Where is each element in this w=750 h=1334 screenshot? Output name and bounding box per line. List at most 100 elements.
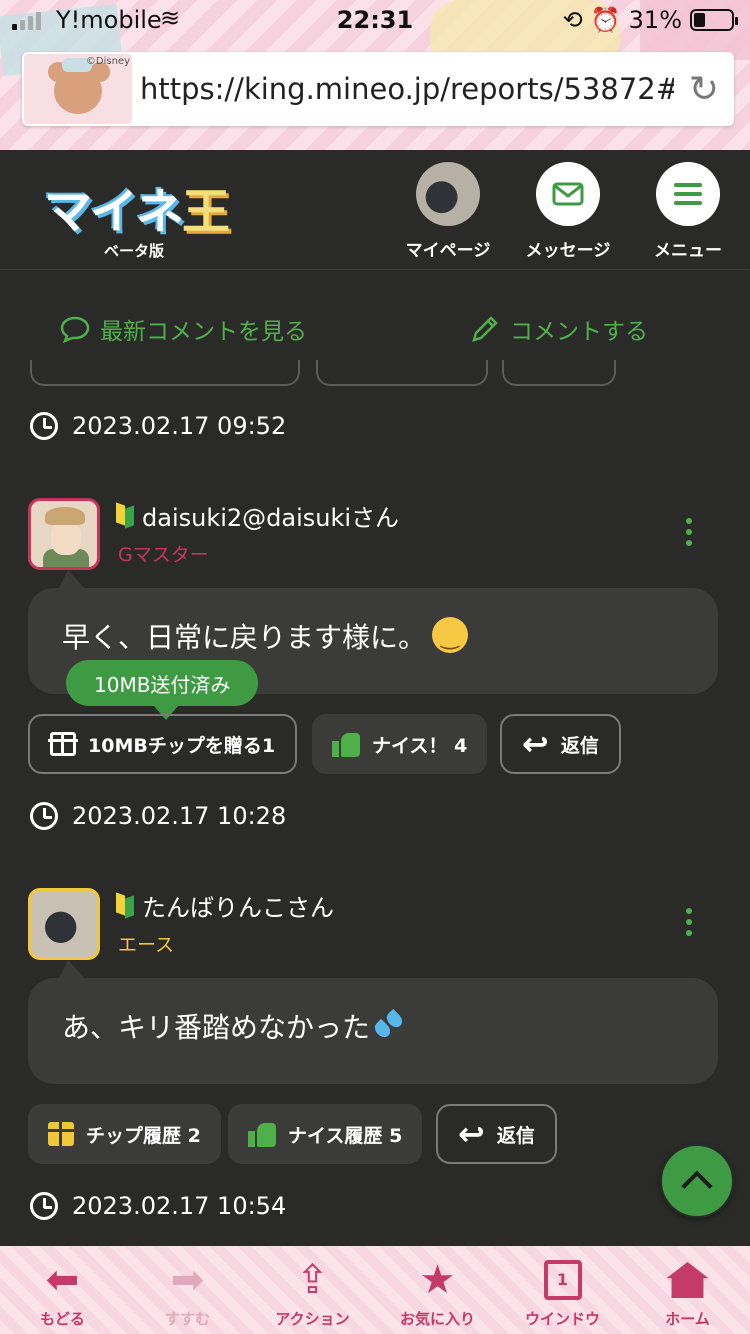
chevron-up-icon <box>681 1170 713 1202</box>
clock-icon <box>30 1192 58 1220</box>
nice-label: ナイス！ <box>372 734 448 757</box>
timestamp-text: 2023.02.17 09:52 <box>72 412 287 440</box>
url-bar[interactable]: ©Disney https://king.mineo.jp/reports/53… <box>22 52 734 126</box>
avatar[interactable] <box>28 498 100 570</box>
nice-count: 4 <box>454 734 468 757</box>
home-button[interactable]: ホーム <box>625 1246 750 1334</box>
url-text[interactable]: https://king.mineo.jp/reports/53872#… <box>132 72 674 106</box>
previous-button-edge <box>502 360 616 386</box>
previous-button-edge <box>30 360 300 386</box>
nice-history-label: ナイス履歴 <box>288 1124 383 1147</box>
browser-toolbar: ⬅ もどる ➡ すすむ ⇪ アクション ★ お気に入り 1 ウインドウ ホーム <box>0 1246 750 1334</box>
timestamp-text: 2023.02.17 10:54 <box>72 1192 287 1220</box>
message-label: メッセージ <box>525 241 611 261</box>
logo-text: マイネ <box>44 184 184 240</box>
chip-sent-tooltip: 10MB送付済み <box>66 660 259 720</box>
reply-label: 返信 <box>496 1124 535 1147</box>
comment-author: daisuki2@daisukiさん Gマスター <box>28 498 728 572</box>
scroll-to-top-button[interactable] <box>660 1144 734 1218</box>
toolbar-label: お気に入り <box>399 1310 475 1328</box>
window-count: 1 <box>556 1270 569 1289</box>
toolbar-label: ホーム <box>665 1310 710 1328</box>
window-button[interactable]: 1 ウインドウ <box>500 1246 625 1334</box>
back-arrow-icon: ⬅ <box>45 1257 80 1303</box>
menu-button[interactable]: メニュー <box>638 162 738 261</box>
forward-button[interactable]: ➡ すすむ <box>125 1246 250 1334</box>
pencil-icon <box>472 316 498 342</box>
tooltip-text: 10MB送付済み <box>94 672 231 697</box>
beginner-mark-icon <box>116 504 134 528</box>
toolbar-label: すすむ <box>164 1310 210 1328</box>
envelope-icon <box>536 162 600 226</box>
beginner-mark-icon <box>116 894 134 918</box>
app-header: マイネ王 ベータ版 マイページ メッセージ メニュー <box>0 150 750 270</box>
write-comment-label: コメントする <box>510 319 648 345</box>
clock-icon <box>30 412 58 440</box>
avatar <box>416 162 480 226</box>
thumbs-up-icon <box>248 1121 276 1147</box>
battery-percent: 31% <box>628 6 682 34</box>
latest-comments-label: 最新コメントを見る <box>100 319 307 345</box>
nice-history-button[interactable]: ナイス履歴 5 <box>228 1104 423 1164</box>
battery-icon <box>690 9 738 31</box>
gift-icon <box>48 732 78 756</box>
reply-icon: ↩ <box>522 725 549 763</box>
home-icon <box>666 1262 709 1298</box>
reply-label: 返信 <box>560 734 599 757</box>
mypage-label: マイページ <box>405 241 491 261</box>
logo-tama: 王 <box>182 184 230 240</box>
avatar[interactable] <box>28 888 100 960</box>
message-button[interactable]: メッセージ <box>518 162 618 261</box>
favorites-button[interactable]: ★ お気に入り <box>375 1246 500 1334</box>
user-rank: エース <box>118 934 175 956</box>
rotation-lock-icon: ⟲ <box>562 6 583 34</box>
star-icon: ★ <box>419 1257 456 1303</box>
sweat-drops-emoji-icon <box>371 1008 406 1043</box>
chip-history-button[interactable]: チップ履歴 2 <box>28 1104 221 1164</box>
gift-icon <box>46 1122 76 1146</box>
site-logo[interactable]: マイネ王 ベータ版 <box>44 172 230 261</box>
reply-button[interactable]: ↩ 返信 <box>500 714 621 774</box>
user-name[interactable]: daisuki2@daisukiさん <box>142 498 399 533</box>
window-icon: 1 <box>543 1260 582 1300</box>
more-options-icon[interactable] <box>686 518 692 551</box>
clock-icon <box>30 802 58 830</box>
send-chip-button[interactable]: 10MBチップを贈る1 <box>28 714 298 774</box>
user-rank: Gマスター <box>118 544 209 566</box>
nice-history-count: 5 <box>389 1124 403 1147</box>
tab-thumbnail[interactable]: ©Disney <box>24 54 132 124</box>
more-options-icon[interactable] <box>686 908 692 941</box>
status-bar: Y!mobile ≋ 22:31 ⟲ ⏰ 31% <box>0 0 750 42</box>
nice-button[interactable]: ナイス！ 4 <box>312 714 488 774</box>
comment-actions-strip: 最新コメントを見る コメントする <box>0 280 750 372</box>
toolbar-label: アクション <box>275 1310 350 1328</box>
previous-button-edge <box>316 360 488 386</box>
back-button[interactable]: ⬅ もどる <box>0 1246 125 1334</box>
write-comment-link[interactable]: コメントする <box>470 312 648 346</box>
timestamp: 2023.02.17 10:54 <box>30 1192 286 1220</box>
speech-bubble-icon <box>60 316 90 343</box>
menu-label: メニュー <box>654 241 722 261</box>
timestamp-text: 2023.02.17 10:28 <box>72 802 287 830</box>
chip-history-count: 2 <box>187 1124 201 1147</box>
comment-text: あ、キリ番踏めなかった <box>62 1011 371 1044</box>
browser-chrome: Y!mobile ≋ 22:31 ⟲ ⏰ 31% ©Disney https:/… <box>0 0 750 150</box>
smile-emoji-icon <box>432 617 469 653</box>
action-button[interactable]: ⇪ アクション <box>250 1246 375 1334</box>
alarm-icon: ⏰ <box>590 6 621 34</box>
reply-button[interactable]: ↩ 返信 <box>436 1104 557 1164</box>
toolbar-label: もどる <box>40 1310 85 1328</box>
thumbs-up-icon <box>332 731 360 757</box>
comment-bubble: あ、キリ番踏めなかった <box>28 960 718 1084</box>
hamburger-icon <box>656 162 720 226</box>
timestamp: 2023.02.17 09:52 <box>30 412 286 440</box>
latest-comments-link[interactable]: 最新コメントを見る <box>60 312 307 346</box>
user-name[interactable]: たんばりんこさん <box>142 888 334 923</box>
chip-history-label: チップ履歴 <box>86 1124 182 1147</box>
mypage-button[interactable]: マイページ <box>398 162 498 261</box>
reload-icon[interactable]: ↻ <box>674 69 734 110</box>
chip-count: 1 <box>261 734 276 757</box>
forward-arrow-icon: ➡ <box>170 1257 205 1303</box>
toolbar-label: ウインドウ <box>524 1310 600 1328</box>
comment-text: 早く、日常に戻ります様に。 <box>62 621 427 654</box>
